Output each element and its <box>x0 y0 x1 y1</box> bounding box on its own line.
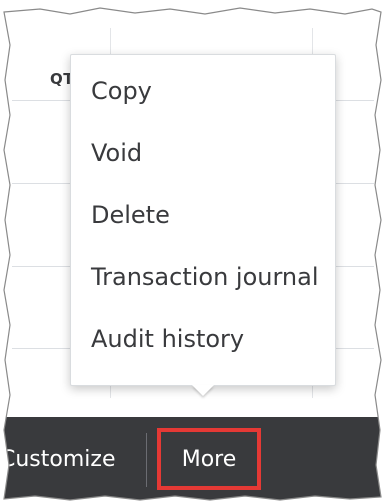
torn-paper-edge <box>0 0 388 503</box>
screenshot-crop: QT Copy Void Delete Transaction journal … <box>0 0 388 503</box>
